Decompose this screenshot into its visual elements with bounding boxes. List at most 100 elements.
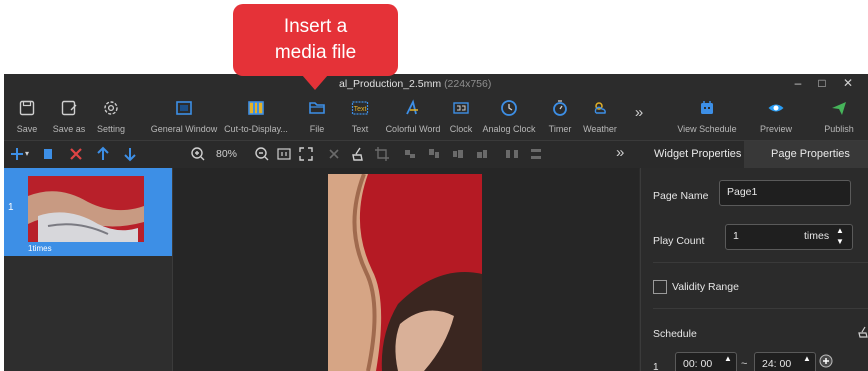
add-schedule-icon[interactable]	[819, 354, 833, 368]
setting-button[interactable]: Setting	[93, 96, 129, 140]
toolbar-more-button[interactable]: »	[630, 96, 648, 140]
list-item[interactable]: 1 1times	[4, 168, 172, 256]
colorful-word-label: Colorful Word	[385, 124, 441, 134]
delete-widget-icon[interactable]	[326, 146, 342, 162]
time-up-icon[interactable]: ▲	[803, 354, 811, 363]
save-button[interactable]: Save	[12, 96, 42, 140]
time-range-separator: ~	[741, 358, 748, 370]
time-up-icon[interactable]: ▲	[724, 354, 732, 363]
file-label: File	[309, 124, 325, 134]
properties-panel: Page Name Page1 Play Count 1 times ▲ ▼ V…	[640, 168, 868, 371]
crop-icon[interactable]	[374, 146, 390, 162]
window-title-name: al_Production_2.5mm	[339, 78, 442, 90]
gear-icon	[104, 101, 118, 115]
preview-label: Preview	[759, 124, 792, 134]
file-button[interactable]: File	[302, 96, 332, 140]
page-name-value: Page1	[727, 186, 758, 198]
page-thumbnail	[28, 176, 144, 242]
editor-canvas[interactable]	[173, 168, 639, 371]
save-as-button[interactable]: Save as	[51, 96, 87, 140]
eye-icon	[768, 104, 784, 112]
validity-range-label: Validity Range	[672, 281, 739, 293]
send-icon	[832, 102, 846, 115]
schedule-end-time[interactable]: 24: 00 ▲	[754, 352, 816, 371]
analog-clock-button[interactable]: Analog Clock	[478, 96, 540, 140]
maximize-button[interactable]: □	[812, 76, 832, 90]
distribute-vertical-icon[interactable]	[528, 146, 544, 162]
weather-label: Weather	[583, 124, 617, 134]
chevrons-right-icon: »	[634, 104, 644, 121]
schedule-start-value: 00: 00	[683, 358, 713, 370]
page-index: 1	[8, 202, 14, 213]
text-button[interactable]: Text Text	[345, 96, 375, 140]
general-window-button[interactable]: General Window	[149, 96, 219, 140]
cut-to-display-button[interactable]: Cut-to-Display...	[220, 96, 292, 140]
align-left-icon[interactable]	[402, 146, 418, 162]
callout-line-1: Insert a	[283, 16, 348, 37]
digital-clock-icon	[453, 102, 469, 114]
view-schedule-button[interactable]: View Schedule	[672, 96, 742, 140]
media-preview-image[interactable]	[328, 174, 482, 371]
delete-page-icon[interactable]	[68, 146, 84, 162]
zoom-in-icon[interactable]	[190, 146, 206, 162]
close-button[interactable]: ✕	[838, 76, 858, 90]
zoom-out-icon[interactable]	[254, 146, 270, 162]
weather-button[interactable]: Weather	[582, 96, 618, 140]
arrow-down-icon[interactable]	[122, 146, 138, 162]
clock-label: Clock	[449, 124, 473, 134]
cut-to-display-label: Cut-to-Display...	[224, 124, 288, 134]
chevrons-right-icon[interactable]: »	[616, 144, 624, 161]
view-schedule-label: View Schedule	[677, 124, 737, 134]
clock-button[interactable]: Clock	[448, 96, 474, 140]
secondary-toolbar: ▾ 80% » Widget Properties Page Propertie…	[4, 140, 868, 169]
timer-button[interactable]: Timer	[546, 96, 574, 140]
page-play-count: 1times	[28, 244, 52, 253]
tab-page-properties[interactable]: Page Properties	[771, 148, 850, 160]
folder-icon	[309, 102, 325, 114]
analog-clock-label: Analog Clock	[482, 124, 536, 134]
callout-pointer	[302, 75, 328, 90]
schedule-start-time[interactable]: 00: 00 ▲	[675, 352, 737, 371]
callout-line-2: media file	[274, 42, 357, 63]
validity-range-checkbox[interactable]	[653, 280, 667, 294]
publish-label: Publish	[824, 124, 854, 134]
calendar-icon	[701, 101, 713, 114]
page-name-label: Page Name	[653, 190, 709, 202]
minimize-button[interactable]: –	[788, 76, 808, 90]
align-top-icon[interactable]	[426, 146, 442, 162]
window-title-dimensions: (224x756)	[444, 78, 492, 90]
copy-page-icon[interactable]	[40, 146, 56, 162]
preview-button[interactable]: Preview	[756, 96, 796, 140]
add-dropdown-chevron-icon[interactable]: ▾	[25, 149, 29, 158]
colorful-word-button[interactable]: Colorful Word	[380, 96, 446, 140]
schedule-end-value: 24: 00	[762, 358, 792, 370]
app-window: al_Production_2.5mm (224x756) – □ ✕ Save…	[4, 74, 868, 371]
callout-text: Insert a media file	[233, 14, 398, 66]
save-as-icon	[61, 100, 77, 116]
stepper-down-icon[interactable]: ▼	[836, 237, 844, 246]
timer-label: Timer	[548, 124, 572, 134]
align-right-icon[interactable]	[450, 146, 466, 162]
page-name-field[interactable]: Page1	[719, 180, 851, 206]
actual-size-icon[interactable]	[276, 146, 292, 162]
publish-button[interactable]: Publish	[819, 96, 859, 140]
distribute-horizontal-icon[interactable]	[504, 146, 520, 162]
arrow-up-icon[interactable]	[95, 146, 111, 162]
title-bar: al_Production_2.5mm (224x756) – □ ✕	[4, 74, 868, 96]
tab-widget-properties[interactable]: Widget Properties	[654, 148, 741, 160]
play-count-label: Play Count	[653, 235, 705, 247]
zoom-level: 80%	[216, 148, 238, 160]
add-page-icon[interactable]	[9, 146, 25, 162]
text-label: Text	[351, 124, 369, 134]
clear-brush-icon[interactable]	[350, 146, 366, 162]
play-count-stepper[interactable]: 1 times ▲ ▼	[725, 224, 853, 250]
align-bottom-icon[interactable]	[474, 146, 490, 162]
schedule-label: Schedule	[653, 328, 697, 340]
cut-to-display-icon	[248, 101, 264, 115]
fit-to-screen-icon[interactable]	[298, 146, 314, 162]
clear-schedule-icon[interactable]	[857, 326, 868, 338]
analog-clock-icon	[501, 100, 517, 116]
main-toolbar: Save Save as Setting General Window Cut-…	[4, 96, 868, 140]
stepper-up-icon[interactable]: ▲	[836, 226, 844, 235]
play-count-value: 1	[733, 230, 739, 242]
